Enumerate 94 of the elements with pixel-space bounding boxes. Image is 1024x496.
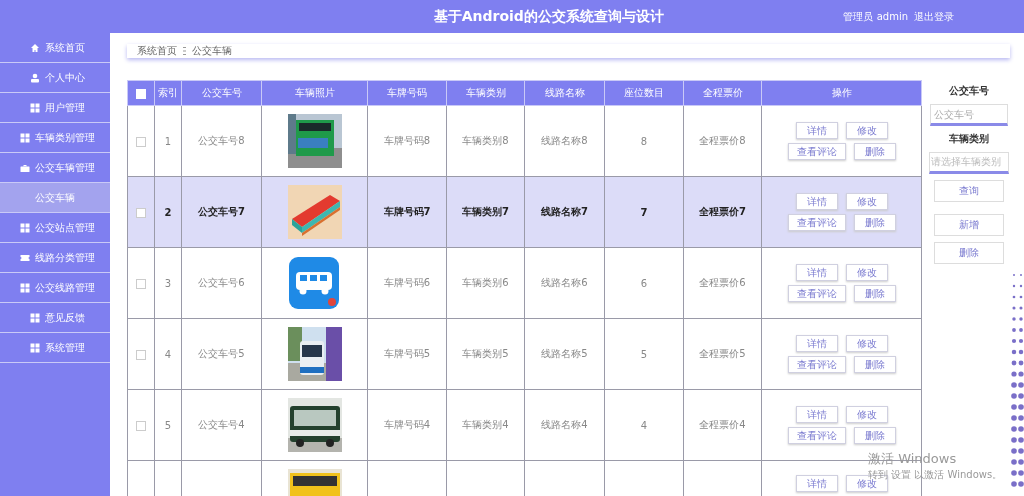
table-cell: 车牌号码7	[383, 206, 431, 217]
column-header: 车牌号码	[367, 80, 447, 106]
row-checkbox[interactable]	[136, 136, 146, 147]
row-checkbox[interactable]	[136, 278, 146, 289]
table-cell: 车牌号码6	[383, 277, 431, 288]
select-all-checkbox[interactable]	[136, 88, 146, 99]
table-cell: 线路名称8	[541, 135, 588, 146]
action-button[interactable]: 详情	[795, 406, 838, 423]
briefcase-icon	[19, 162, 30, 173]
action-button[interactable]: 删除	[853, 356, 896, 373]
search-button[interactable]: 查询	[934, 180, 1004, 202]
table-cell: 车辆类别7	[462, 206, 509, 217]
table-cell: 线路名称7	[541, 206, 588, 217]
delete-button[interactable]: 删除	[934, 242, 1004, 264]
table-cell: 4	[164, 348, 172, 360]
column-header: 座位数目	[604, 80, 684, 106]
action-button[interactable]: 删除	[853, 143, 896, 160]
user-icon	[29, 72, 40, 83]
table-cell: 公交车号6	[198, 277, 245, 288]
breadcrumb-link[interactable]: 系统首页	[137, 44, 177, 58]
table-cell: 车牌号码5	[383, 348, 431, 359]
search-field[interactable]: 公交车号	[930, 104, 1008, 126]
table-cell: 线路名称6	[541, 277, 588, 288]
table-cell: 公交车号4	[198, 419, 245, 430]
add-button[interactable]: 新增	[934, 214, 1004, 236]
table-cell: 全程票价5	[699, 348, 746, 359]
breadcrumb-link[interactable]: 公交车辆	[192, 44, 232, 58]
table-cell: 全程票价8	[699, 135, 746, 146]
separator-icon	[183, 47, 186, 55]
user-label: 管理员 admin	[843, 9, 908, 24]
submenu-item[interactable]: 公交车辆	[0, 183, 110, 213]
table-cell: 5	[640, 348, 648, 360]
table-cell: 1	[164, 135, 172, 147]
grid-icon	[19, 282, 30, 293]
table-cell: 全程票价4	[699, 419, 746, 430]
grid-icon	[19, 222, 30, 233]
grid-icon	[29, 102, 40, 113]
app-title: 基于Android的公交系统查询与设计	[432, 7, 665, 26]
table-cell: 4	[640, 419, 648, 431]
table-cell: 8	[640, 135, 648, 147]
logout-link[interactable]: 退出登录	[914, 9, 954, 24]
column-header: 全程票价	[683, 80, 762, 106]
table-cell: 车牌号码8	[383, 135, 431, 146]
action-button[interactable]: 查看评论	[787, 356, 846, 373]
action-button[interactable]: 详情	[795, 122, 838, 139]
field-label: 车辆类别	[949, 132, 989, 146]
table-cell: 线路名称5	[541, 348, 588, 359]
action-button[interactable]: 删除	[853, 285, 896, 302]
action-button[interactable]: 详情	[795, 335, 838, 352]
action-button[interactable]: 详情	[795, 193, 838, 210]
field-label: 公交车号	[949, 84, 989, 98]
table-cell: 车牌号码4	[383, 419, 431, 430]
action-button[interactable]: 详情	[795, 264, 838, 281]
table-cell: 车辆类别8	[462, 135, 509, 146]
grid-icon	[29, 312, 40, 323]
column-header: 车辆照片	[261, 80, 368, 106]
table-cell: 2	[164, 206, 172, 218]
row-checkbox[interactable]	[136, 420, 146, 431]
table-cell: 3	[164, 277, 172, 289]
row-checkbox[interactable]	[136, 207, 146, 218]
action-button[interactable]: 修改	[845, 122, 888, 139]
table-cell: 7	[640, 206, 648, 218]
grid-icon	[29, 342, 40, 353]
column-header: 索引	[154, 80, 182, 106]
column-header: 操作	[761, 80, 922, 106]
table-cell: 全程票价7	[699, 206, 746, 217]
action-button[interactable]: 修改	[845, 193, 888, 210]
column-header: 车辆类别	[446, 80, 525, 106]
table-cell: 车辆类别5	[462, 348, 509, 359]
column-header: 公交车号	[181, 80, 262, 106]
action-button[interactable]: 修改	[845, 335, 888, 352]
column-header: 线路名称	[524, 80, 605, 106]
action-button[interactable]: 修改	[845, 406, 888, 423]
home-icon	[29, 42, 40, 53]
table-cell: 车辆类别6	[462, 277, 509, 288]
table-cell: 车辆类别4	[462, 419, 509, 430]
action-button[interactable]: 查看评论	[787, 214, 846, 231]
table-cell: 6	[640, 277, 648, 289]
action-button[interactable]: 查看评论	[787, 285, 846, 302]
action-button[interactable]: 删除	[853, 214, 896, 231]
action-button[interactable]: 查看评论	[787, 427, 846, 444]
action-button[interactable]: 查看评论	[787, 143, 846, 160]
grid-icon	[19, 132, 30, 143]
action-button[interactable]: 修改	[845, 264, 888, 281]
action-button[interactable]: 删除	[853, 427, 896, 444]
action-button[interactable]: 详情	[795, 475, 838, 492]
table-cell: 公交车号8	[198, 135, 245, 146]
row-checkbox[interactable]	[136, 349, 146, 360]
ticket-icon	[19, 252, 30, 263]
table-cell: 公交车号7	[198, 206, 245, 217]
table-cell: 5	[164, 419, 172, 431]
table-cell: 公交车号5	[198, 348, 245, 359]
table-cell: 全程票价6	[699, 277, 746, 288]
table-cell: 线路名称4	[541, 419, 588, 430]
